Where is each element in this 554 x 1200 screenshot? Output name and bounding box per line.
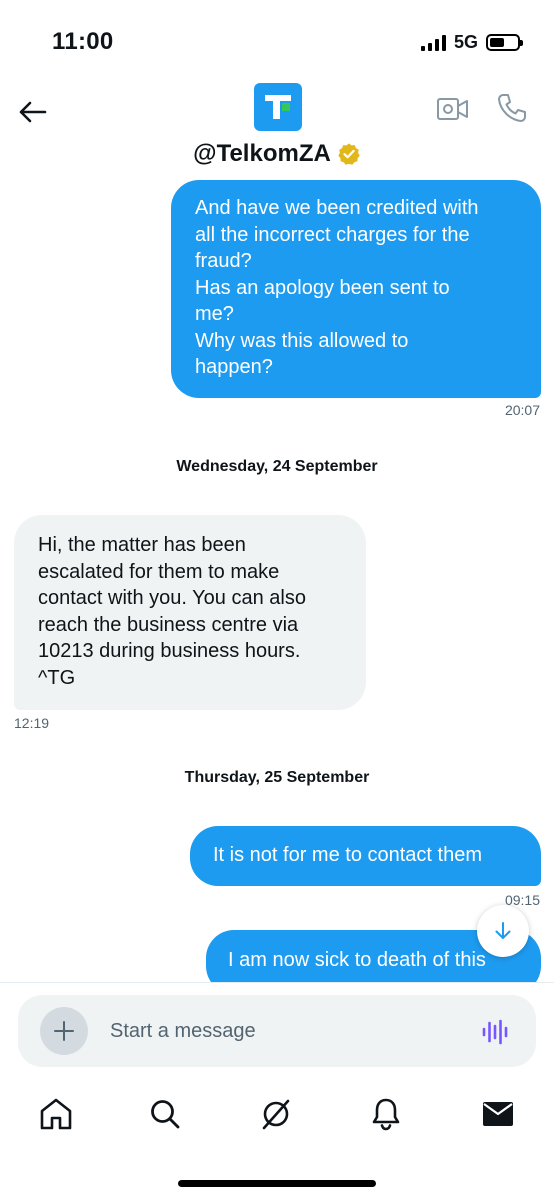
verified-badge-icon	[338, 143, 360, 165]
bottom-tab-bar	[0, 1078, 554, 1200]
back-button[interactable]	[14, 94, 50, 130]
tab-home[interactable]	[36, 1094, 76, 1134]
scroll-to-bottom-button[interactable]	[477, 905, 529, 957]
tab-notifications[interactable]	[366, 1094, 406, 1134]
tab-grok[interactable]	[256, 1094, 296, 1134]
message-bubble-outgoing[interactable]: And have we been credited with all the i…	[171, 180, 541, 398]
message-text-line: ^TG	[38, 666, 76, 689]
status-indicators: 5G	[420, 32, 523, 53]
network-type: 5G	[453, 32, 478, 52]
home-icon	[40, 1098, 72, 1130]
video-call-button[interactable]	[436, 94, 470, 124]
message-text-line: It is not for me to contact them	[213, 844, 483, 866]
voice-message-button[interactable]	[480, 1017, 510, 1047]
date-separator: Thursday, 25 September	[184, 769, 370, 786]
add-media-button[interactable]	[40, 1007, 88, 1055]
message-timestamp: 12:19	[14, 715, 50, 731]
message-text-line: escalated for them to make	[38, 560, 280, 583]
message-thread[interactable]: And have we been credited with all the i…	[0, 180, 554, 982]
voice-call-button[interactable]	[496, 92, 528, 124]
tab-search[interactable]	[145, 1094, 185, 1134]
composer-bar	[0, 982, 554, 1078]
envelope-icon	[483, 1102, 513, 1126]
message-text-line: contact with you. You can also	[38, 587, 306, 609]
back-arrow-icon	[19, 101, 47, 123]
message-text-line: me?	[195, 303, 234, 325]
contact-handle: @TelkomZA	[193, 140, 331, 167]
battery-level	[490, 38, 505, 47]
message-text-line: I am now sick to death of this	[228, 949, 486, 971]
home-indicator	[178, 1180, 376, 1187]
message-text-line: Why was this allowed to	[195, 329, 409, 352]
cellular-signal-icon	[420, 34, 446, 51]
telkom-logo-icon	[265, 95, 291, 119]
message-text-line: reach the business centre via	[38, 613, 299, 636]
composer	[18, 995, 536, 1067]
date-separator: Wednesday, 24 September	[176, 458, 378, 475]
avatar[interactable]	[254, 83, 302, 131]
contact-name-row[interactable]: @TelkomZA	[0, 140, 554, 168]
voice-wave-icon	[482, 1019, 508, 1045]
message-text-line: all the incorrect charges for the	[195, 223, 470, 246]
battery-icon	[486, 34, 523, 51]
plus-icon	[54, 1021, 74, 1041]
message-timestamp: 20:07	[504, 402, 540, 418]
message-text-line: fraud?	[195, 250, 252, 272]
conversation-header: @TelkomZA	[0, 80, 554, 180]
status-time: 11:00	[52, 28, 114, 55]
search-icon	[151, 1100, 180, 1129]
bell-icon	[372, 1098, 400, 1131]
video-camera-icon	[437, 98, 468, 120]
message-bubble-incoming[interactable]: Hi, the matter has been escalated for th…	[14, 515, 366, 710]
message-bubble-outgoing[interactable]: It is not for me to contact them	[190, 826, 541, 886]
message-text-line: Hi, the matter has been	[38, 534, 246, 556]
message-input[interactable]	[110, 1013, 450, 1049]
phone-icon	[498, 94, 526, 122]
message-text-line: happen?	[195, 356, 273, 378]
message-text-line: 10213 during business hours.	[38, 640, 301, 662]
arrow-down-icon	[495, 922, 511, 939]
message-text-line: And have we been credited with	[195, 197, 479, 219]
grok-icon	[262, 1099, 290, 1130]
message-text-line: Has an apology been sent to	[195, 276, 450, 299]
tab-messages[interactable]	[478, 1094, 518, 1134]
status-bar: 11:00 5G	[0, 0, 554, 80]
